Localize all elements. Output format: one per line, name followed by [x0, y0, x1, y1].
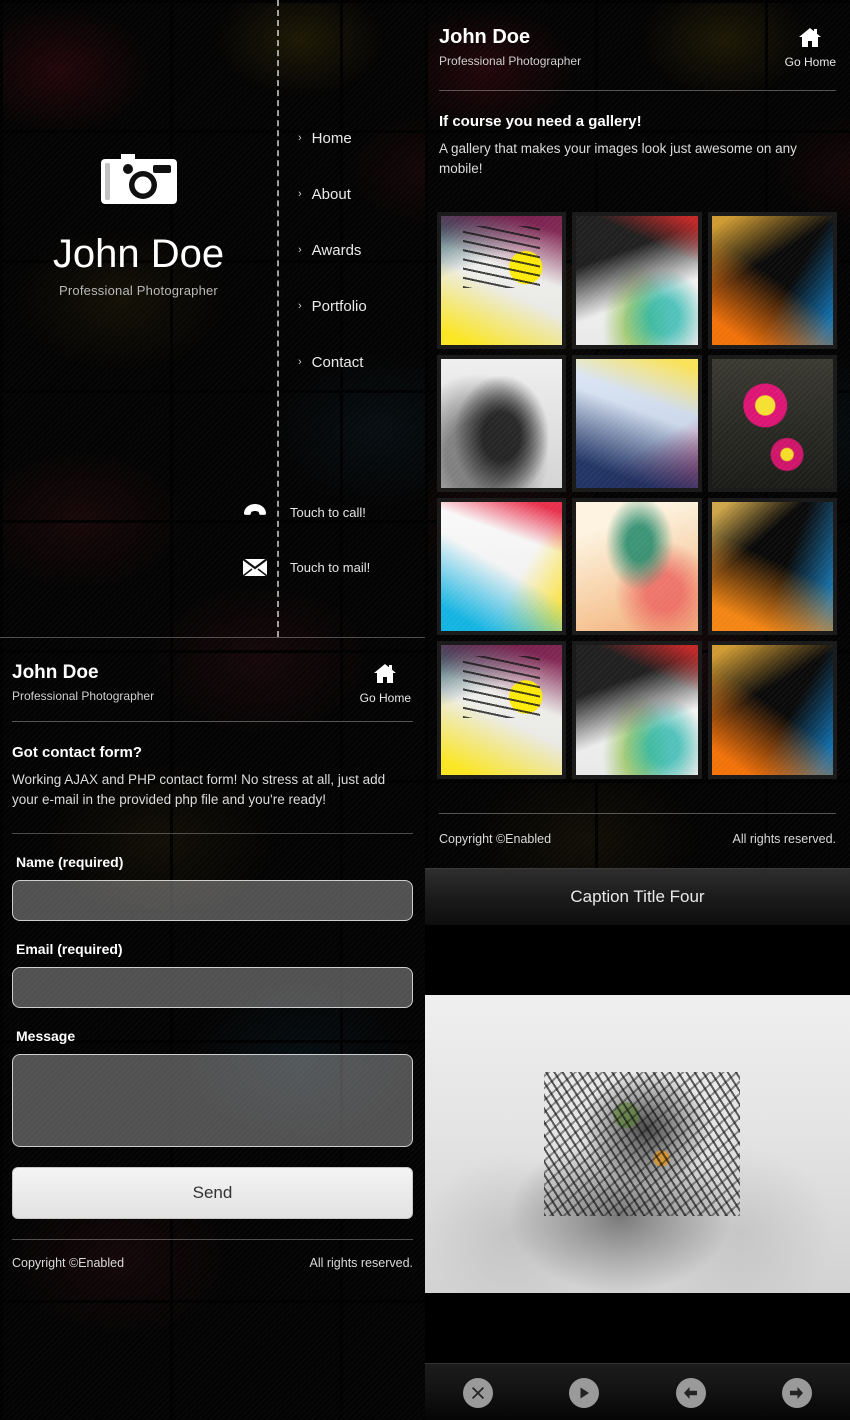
right-footer-rights: All rights reserved.: [732, 831, 836, 846]
chevron-right-icon: ›: [298, 243, 302, 256]
home-icon: [373, 664, 397, 688]
vertical-dashed-divider: [277, 0, 279, 637]
gallery-page: John Doe Professional Photographer Go Ho…: [425, 0, 850, 846]
gallery-thumb[interactable]: [437, 211, 567, 349]
name-field-label: Name (required): [16, 853, 124, 870]
gallery-thumb[interactable]: [572, 211, 702, 349]
gallery-thumb[interactable]: [437, 498, 567, 636]
message-textarea[interactable]: [12, 1053, 413, 1147]
go-home-button[interactable]: Go Home: [360, 662, 411, 705]
nav-item-portfolio[interactable]: › Portfolio: [298, 278, 425, 334]
gallery-heading: If course you need a gallery!: [439, 113, 642, 130]
touch-to-mail-label: Touch to mail!: [290, 560, 371, 575]
contact-heading: Got contact form?: [12, 744, 142, 761]
hero-name: John Doe: [52, 232, 225, 276]
touch-to-call-label: Touch to call!: [290, 504, 366, 520]
nav-item-about[interactable]: › About: [298, 166, 425, 222]
app-root: John Doe Professional Photographer › Hom…: [0, 0, 850, 1420]
right-header: John Doe Professional Photographer Go Ho…: [425, 0, 850, 69]
mail-icon: [232, 558, 278, 577]
lightbox-spacer-bottom: [425, 1293, 850, 1363]
left-contact-section: John Doe Professional Photographer Go Ho…: [0, 637, 425, 1270]
gallery-thumb[interactable]: [707, 498, 837, 636]
right-identity-subtitle: Professional Photographer: [439, 54, 582, 68]
send-button[interactable]: Send: [12, 1166, 413, 1219]
gallery-body: A gallery that makes your images look ju…: [439, 141, 797, 177]
lightbox-image[interactable]: [425, 995, 850, 1293]
identity-divider: [12, 721, 413, 722]
message-field-label: Message: [16, 1027, 76, 1044]
nav-label: Home: [311, 129, 352, 147]
close-icon: [470, 1385, 486, 1401]
lightbox-toolbar: [425, 1363, 850, 1420]
right-footer-copyright: Copyright ©Enabled: [439, 831, 552, 846]
left-footer-rights: All rights reserved.: [309, 1255, 413, 1270]
left-panel: John Doe Professional Photographer › Hom…: [0, 0, 425, 1420]
go-home-label: Go Home: [359, 691, 411, 705]
chevron-right-icon: ›: [298, 355, 302, 368]
right-identity-text: John Doe Professional Photographer: [439, 26, 581, 68]
email-field-label: Email (required): [16, 940, 123, 957]
gallery-thumb[interactable]: [707, 641, 837, 779]
gallery-thumb[interactable]: [707, 354, 837, 493]
play-button[interactable]: [569, 1377, 600, 1408]
close-button[interactable]: [463, 1377, 494, 1408]
contact-body: Working AJAX and PHP contact form! No st…: [12, 772, 386, 808]
touch-to-mail[interactable]: Touch to mail!: [232, 558, 370, 577]
play-icon: [576, 1385, 592, 1401]
nav-item-awards[interactable]: › Awards: [298, 222, 425, 278]
hero-block: John Doe Professional Photographer: [0, 150, 277, 298]
form-divider: [12, 832, 413, 834]
identity-text: John Doe Professional Photographer: [12, 662, 154, 703]
next-button[interactable]: [781, 1377, 812, 1408]
hero-subtitle: Professional Photographer: [59, 283, 218, 298]
lightbox-spacer-top: [425, 925, 850, 995]
nav-label: Awards: [311, 241, 362, 259]
gallery-thumb[interactable]: [707, 211, 837, 349]
phone-icon: [232, 503, 278, 521]
chevron-right-icon: ›: [298, 187, 302, 200]
gallery-grid: [437, 211, 837, 779]
right-go-home-button[interactable]: Go Home: [785, 26, 836, 69]
right-header-divider: [439, 90, 836, 91]
identity-row: John Doe Professional Photographer Go Ho…: [0, 637, 425, 705]
nav-item-home[interactable]: › Home: [298, 110, 425, 166]
gallery-thumb[interactable]: [572, 641, 702, 779]
lightbox-caption: Caption Title Four: [570, 887, 705, 906]
previous-button[interactable]: [675, 1377, 706, 1408]
identity-name: John Doe: [12, 662, 99, 683]
arrow-right-icon: [788, 1385, 805, 1401]
chevron-right-icon: ›: [298, 131, 302, 144]
nav-label: Portfolio: [311, 297, 367, 315]
main-nav: › Home › About › Awards › Portfolio › Co…: [298, 110, 425, 390]
arrow-left-icon: [682, 1385, 699, 1401]
chevron-right-icon: ›: [298, 299, 302, 312]
right-identity-name: John Doe: [439, 26, 531, 48]
nav-item-contact[interactable]: › Contact: [298, 334, 425, 390]
right-go-home-label: Go Home: [784, 55, 836, 69]
touch-to-call[interactable]: Touch to call!: [232, 503, 366, 521]
left-footer: Copyright ©Enabled All rights reserved.: [0, 1240, 425, 1270]
nav-label: Contact: [311, 353, 364, 371]
gallery-thumb[interactable]: [572, 354, 702, 493]
name-input[interactable]: [12, 879, 413, 921]
home-icon: [798, 28, 822, 52]
camera-icon: [99, 150, 179, 212]
left-footer-copyright: Copyright ©Enabled: [12, 1255, 125, 1270]
right-footer: Copyright ©Enabled All rights reserved.: [425, 814, 850, 846]
lightbox-caption-bar: Caption Title Four: [425, 868, 850, 926]
gallery-thumb[interactable]: [437, 641, 567, 779]
nav-label: About: [311, 185, 351, 203]
email-input[interactable]: [12, 966, 413, 1008]
gallery-thumb[interactable]: [437, 354, 567, 493]
gallery-thumb[interactable]: [572, 498, 702, 636]
identity-subtitle: Professional Photographer: [12, 688, 155, 703]
